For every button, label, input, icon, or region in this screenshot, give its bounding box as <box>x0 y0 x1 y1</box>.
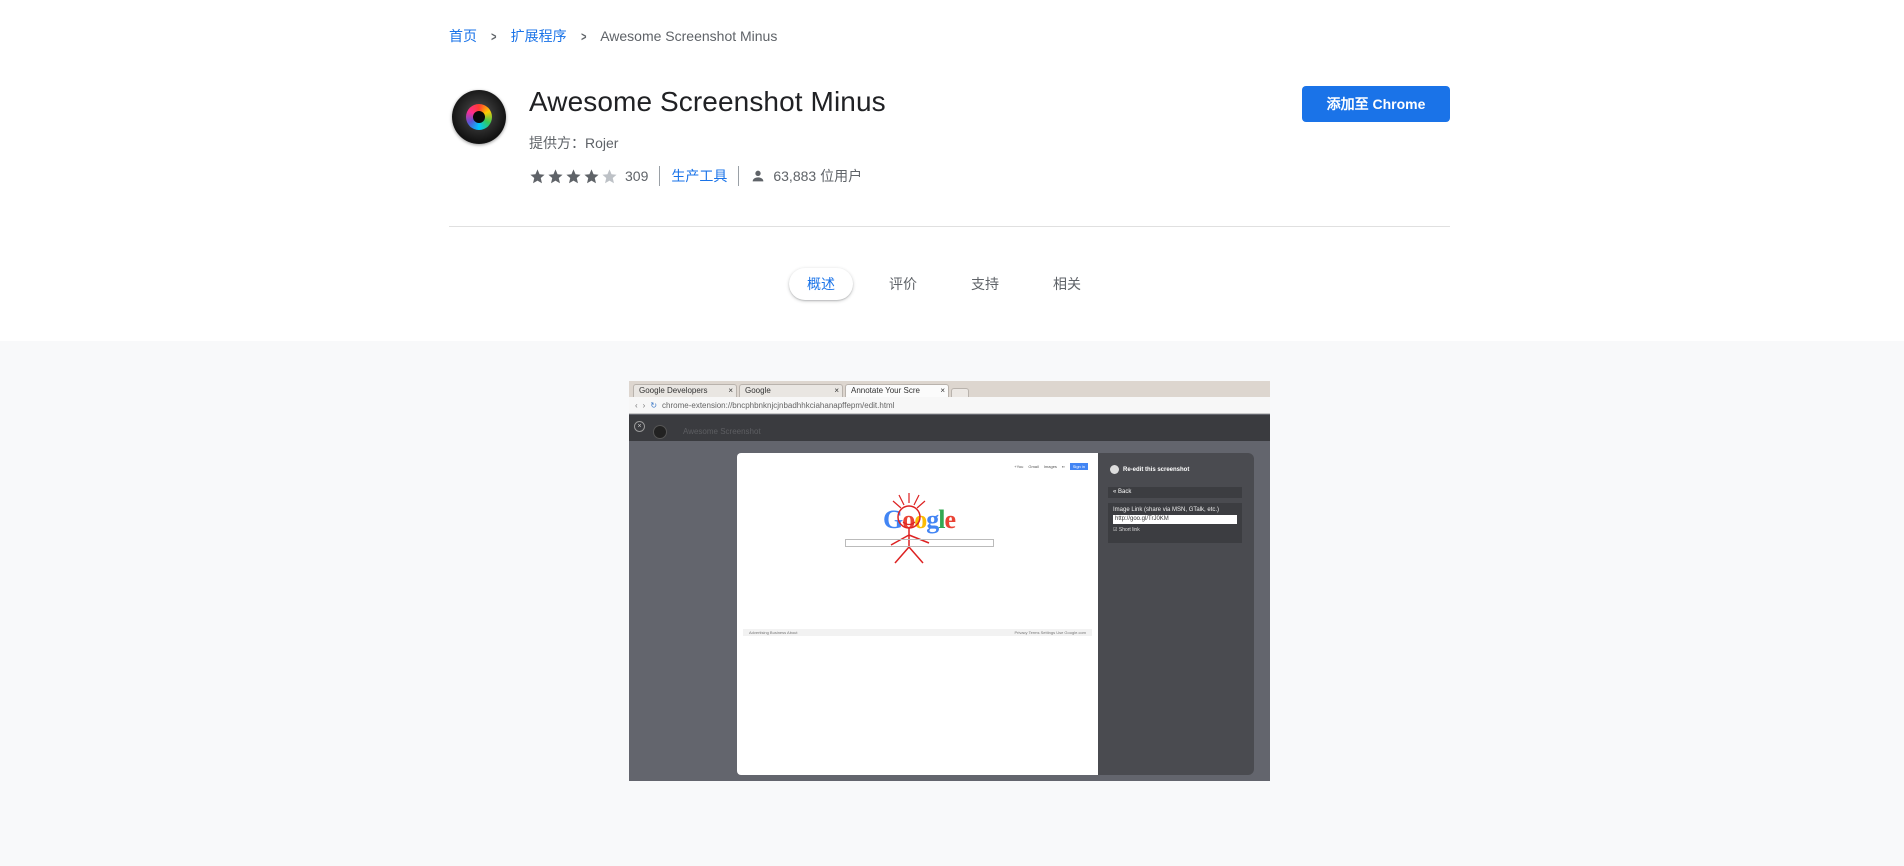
extension-provider: 提供方：Rojer <box>529 135 619 151</box>
close-icon: × <box>728 386 733 395</box>
tab-related[interactable]: 相关 <box>1035 268 1099 300</box>
extension-header: 首页 > 扩展程序 > Awesome Screenshot Minus Awe… <box>0 0 1904 341</box>
breadcrumb-current: Awesome Screenshot Minus <box>600 28 778 44</box>
close-icon: × <box>940 386 945 395</box>
panel-title: Re-edit this screenshot <box>1123 466 1190 473</box>
footer-link: Advertising <box>749 630 769 635</box>
google-link: +You <box>1014 464 1024 469</box>
person-icon <box>753 170 764 182</box>
footer-link: Business <box>769 630 787 635</box>
breadcrumb-home[interactable]: 首页 <box>449 26 477 46</box>
image-link-box: Image Link (share via MSN, GTalk, etc.) … <box>1108 503 1242 543</box>
browser-tab-label: Annotate Your Scre <box>851 386 920 395</box>
short-link-label: Short link <box>1118 527 1140 533</box>
breadcrumb-extensions[interactable]: 扩展程序 <box>511 26 567 46</box>
star-filled-icon <box>566 168 581 183</box>
browser-tab-label: Google Developers <box>639 386 708 395</box>
google-topbar: +You Gmail Images ▪▪ Sign in <box>1014 463 1088 470</box>
google-link: Gmail <box>1028 464 1039 469</box>
browser-tab: Google Developers × <box>633 384 737 397</box>
extension-screenshot[interactable]: Google Developers × Google × Annotate Your… <box>629 381 1270 781</box>
user-count: 63,883 位用户 <box>773 168 863 184</box>
close-icon: × <box>634 421 645 432</box>
image-link-field: http://goo.gl/TrJ0KM <box>1113 515 1237 524</box>
screenshot-canvas: +You Gmail Images ▪▪ Sign in Google Adve… <box>737 453 1098 775</box>
back-icon: ‹ <box>635 400 638 410</box>
back-button: « Back <box>1108 487 1242 498</box>
tab-overview[interactable]: 概述 <box>789 268 853 300</box>
footer-link: Terms <box>1028 630 1040 635</box>
rating-stars <box>529 168 618 185</box>
footer-link: About <box>787 630 798 635</box>
reload-icon: ↻ <box>650 400 658 410</box>
footer-link: Privacy <box>1014 630 1028 635</box>
header-divider <box>449 226 1450 227</box>
new-tab-icon <box>951 388 969 397</box>
apps-grid-icon: ▪▪ <box>1061 464 1065 469</box>
breadcrumb: 首页 > 扩展程序 > Awesome Screenshot Minus <box>449 26 777 46</box>
extension-logo-icon <box>452 90 506 144</box>
browser-url: chrome-extension://bncphbnknjcjnbadhhkci… <box>662 400 895 410</box>
extension-title: Awesome Screenshot Minus <box>529 86 886 117</box>
star-empty-icon <box>602 168 617 183</box>
close-icon: × <box>834 386 839 395</box>
browser-tab-label: Google <box>745 386 771 395</box>
editor-header: × Awesome Screenshot <box>629 415 1270 441</box>
short-link-checkbox: ☑ Short link <box>1113 527 1140 533</box>
add-to-chrome-button[interactable]: 添加至 Chrome <box>1302 86 1450 122</box>
chevron-right-icon: > <box>491 28 497 44</box>
app-logo-icon <box>1110 465 1119 474</box>
image-link-label: Image Link (share via MSN, GTalk, etc.) <box>1113 507 1220 513</box>
extension-meta: 309 生产工具 63,883 位用户 <box>529 166 862 186</box>
camera-lens-icon <box>466 104 492 130</box>
footer-link: Use Google.com <box>1056 630 1086 635</box>
category-link[interactable]: 生产工具 <box>671 166 727 186</box>
meta-divider <box>738 166 740 186</box>
browser-tabbar: Google Developers × Google × Annotate Your… <box>629 381 1270 397</box>
stick-figure-annotation-icon <box>890 493 930 564</box>
rating-count[interactable]: 309 <box>625 168 648 184</box>
star-filled-icon <box>548 168 563 183</box>
app-logo-icon <box>653 425 667 439</box>
meta-divider <box>659 166 661 186</box>
star-filled-icon <box>584 168 599 183</box>
share-panel: Re-edit this screenshot « Back Image Lin… <box>1098 453 1254 775</box>
app-title: Awesome Screenshot <box>683 427 761 436</box>
google-search-box <box>845 539 994 547</box>
google-link: Images <box>1043 464 1057 469</box>
tab-reviews[interactable]: 评价 <box>871 268 935 300</box>
footer-link: Settings <box>1040 630 1056 635</box>
chevron-right-icon: > <box>580 28 587 44</box>
panel-header: Re-edit this screenshot <box>1110 465 1189 474</box>
star-filled-icon <box>530 168 545 183</box>
browser-urlbar: ‹ › ↻ chrome-extension://bncphbnknjcjnba… <box>629 397 1270 414</box>
forward-icon: › <box>642 400 646 410</box>
tab-support[interactable]: 支持 <box>953 268 1017 300</box>
browser-tab: Annotate Your Scre × <box>845 384 949 397</box>
google-footer: Advertising Business About Privacy Terms… <box>743 629 1092 636</box>
detail-tabs: 概述 评价 支持 相关 <box>789 268 1117 300</box>
browser-tab: Google × <box>739 384 843 397</box>
google-sign-in: Sign in <box>1069 463 1088 470</box>
